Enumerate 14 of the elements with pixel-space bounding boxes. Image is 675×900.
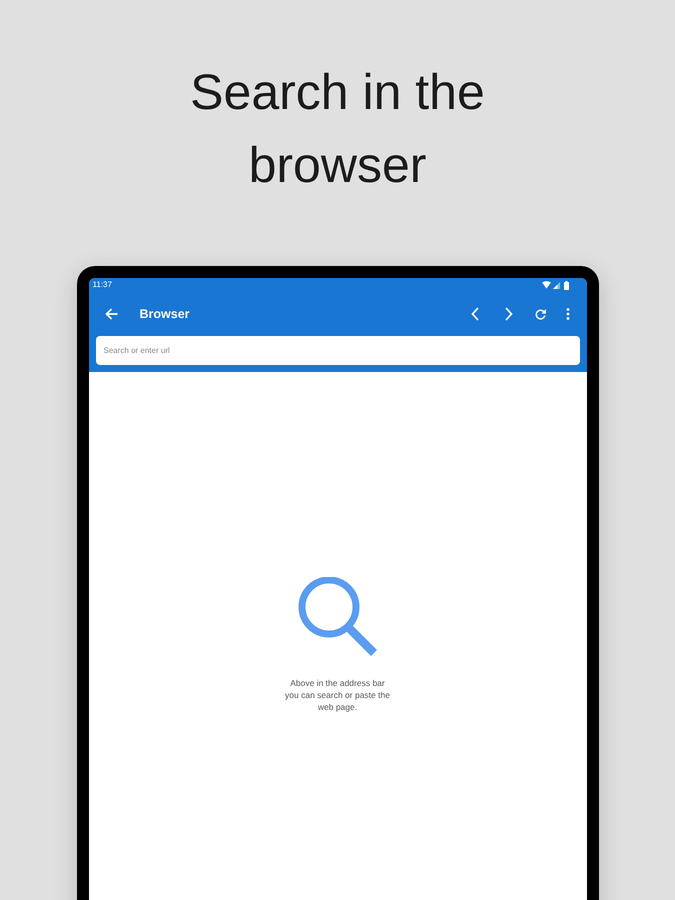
- signal-icon: [552, 282, 560, 288]
- search-icon: [297, 577, 377, 657]
- wifi-icon: [542, 281, 550, 289]
- chevron-left-icon[interactable]: [470, 307, 478, 321]
- address-field[interactable]: Search or enter url: [96, 336, 580, 365]
- toolbar-title: Browser: [140, 307, 190, 321]
- chevron-right-icon[interactable]: [504, 307, 512, 321]
- back-arrow-icon[interactable]: [104, 308, 118, 320]
- more-options-icon[interactable]: [566, 308, 570, 320]
- empty-state-message: Above in the address bar you can search or paste the web page.: [285, 677, 390, 713]
- status-time: 11:37: [92, 280, 112, 290]
- page-heading: Search in the browser: [189, 63, 486, 195]
- battery-icon: [564, 280, 568, 290]
- refresh-icon[interactable]: [534, 308, 546, 320]
